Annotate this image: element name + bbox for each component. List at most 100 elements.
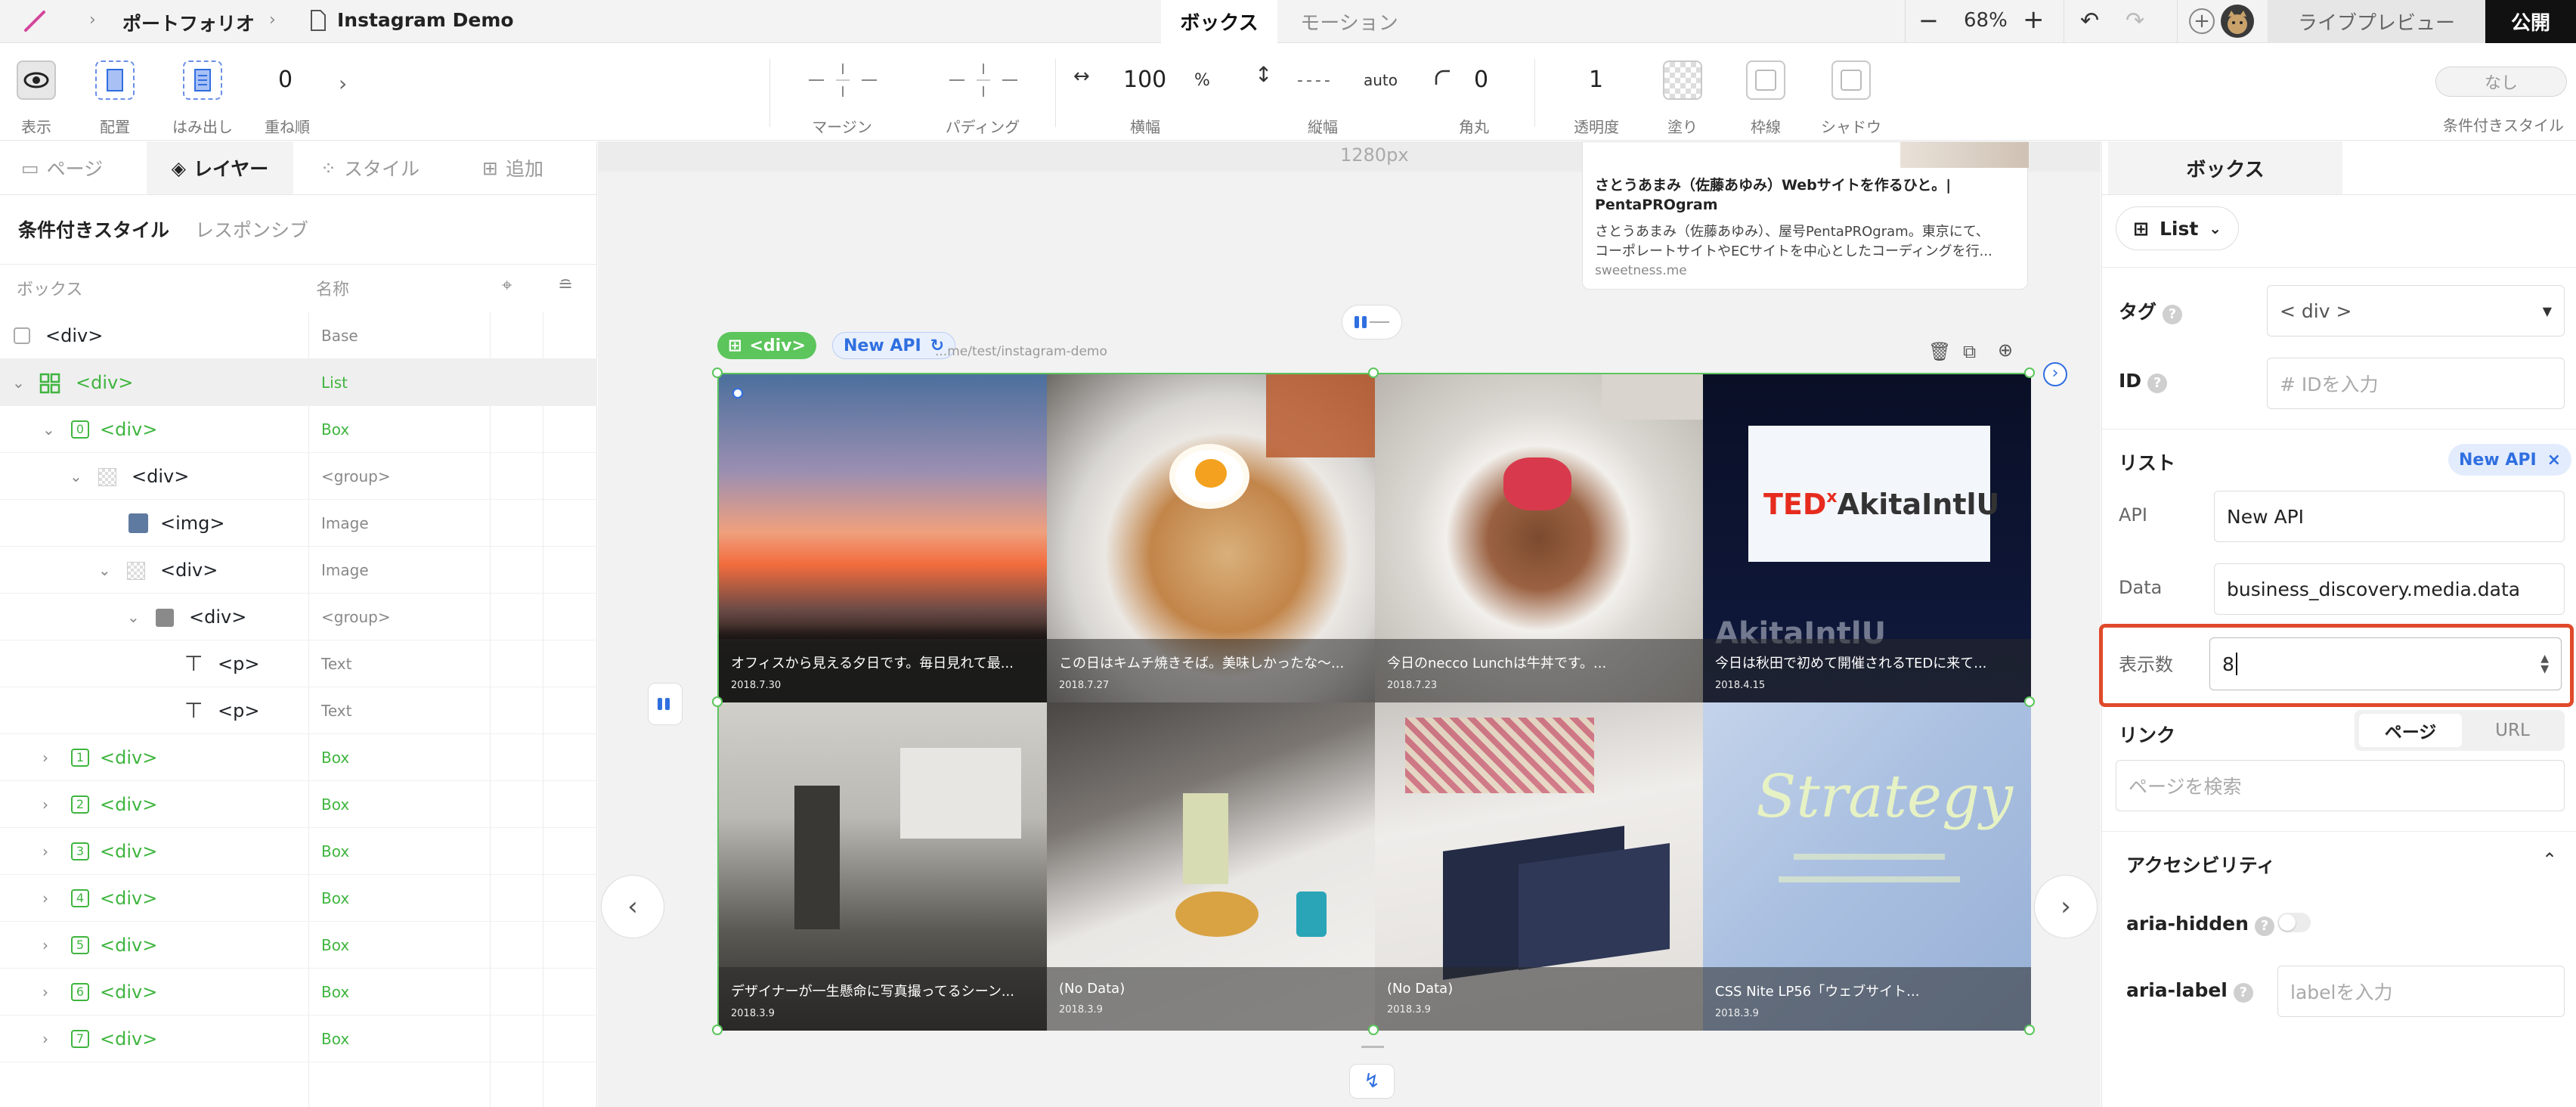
chevron-down-icon[interactable]: ⌄: [12, 359, 25, 406]
count-input[interactable]: 8 ▲ ▼: [2209, 637, 2562, 690]
width-tool[interactable]: ↔ 100 % 横幅: [1066, 44, 1225, 141]
width-value[interactable]: 100: [1123, 67, 1166, 93]
chevron-right-icon[interactable]: ›: [42, 1016, 48, 1062]
layer-row-box-7[interactable]: › 7 <div> Box: [0, 1016, 597, 1062]
breadcrumb-page[interactable]: Instagram Demo: [337, 9, 514, 31]
tab-layers[interactable]: ◈ レイヤー: [147, 141, 293, 194]
aria-hidden-toggle[interactable]: [2277, 913, 2311, 932]
subtab-conditional-style[interactable]: 条件付きスタイル: [18, 216, 169, 243]
breadcrumb-project[interactable]: ポートフォリオ: [122, 9, 255, 36]
chevron-right-icon[interactable]: ›: [42, 828, 48, 875]
post-tile[interactable]: この日はキムチ焼きそば。美味しかったな〜... 2018.7.27: [1047, 374, 1375, 702]
resize-handle[interactable]: [2024, 1025, 2035, 1035]
horizon-icon[interactable]: ≘: [558, 274, 573, 296]
margin-tool[interactable]: マージン: [779, 44, 906, 141]
duplicate-icon[interactable]: ⧉: [1963, 341, 1976, 362]
layer-row-box-4[interactable]: › 4 <div> Box: [0, 875, 597, 922]
chevron-right-icon[interactable]: ›: [42, 781, 48, 828]
instagram-grid[interactable]: オフィスから見える夕日です。毎日見れて最... 2018.7.30 この日はキムチ…: [717, 373, 2031, 1031]
chevron-down-icon[interactable]: ⌄: [70, 453, 82, 500]
zoom-out-icon[interactable]: −: [1918, 6, 1939, 35]
cursor-pointer-icon[interactable]: ⌖: [502, 274, 512, 296]
link-preview-card[interactable]: さとうあまみ（佐藤あゆみ）Webサイトを作るひと。| PentaPROgram …: [1582, 141, 2029, 290]
redo-icon[interactable]: ↷: [2126, 8, 2144, 34]
chevron-right-icon[interactable]: ›: [42, 734, 48, 781]
add-member-icon[interactable]: +: [2189, 8, 2215, 34]
post-tile[interactable]: TEDxAkitaIntlU AkitaIntlU 今日は秋田で初めて開催される…: [1703, 374, 2031, 702]
layout-tool[interactable]: 配置: [85, 44, 145, 141]
close-icon[interactable]: ×: [2547, 451, 2561, 470]
layer-row-text-1[interactable]: ⊤ <p> Text: [0, 640, 597, 687]
tab-styles[interactable]: ⁘ スタイル: [320, 141, 420, 194]
tag-select[interactable]: < div > ▼: [2267, 285, 2565, 336]
list-api-badge[interactable]: New API ×: [2448, 444, 2572, 476]
tab-box[interactable]: ボックス: [1161, 0, 1277, 43]
wrap-toggle-icon[interactable]: ↯: [1349, 1064, 1395, 1099]
height-tool[interactable]: ↕ ---- auto 縦幅: [1247, 44, 1398, 141]
api-input[interactable]: New API: [2214, 491, 2565, 542]
subtab-responsive[interactable]: レスポンシブ: [195, 216, 308, 243]
layer-row-inner-group[interactable]: ⌄ <div> <group>: [0, 594, 597, 640]
chevron-down-icon[interactable]: ⌄: [42, 406, 55, 453]
resize-handle[interactable]: [712, 367, 723, 378]
id-input[interactable]: # IDを入力: [2267, 358, 2565, 409]
help-icon[interactable]: ?: [2254, 916, 2274, 936]
layer-row-base[interactable]: <div> Base: [0, 312, 597, 359]
layer-row-box-3[interactable]: › 3 <div> Box: [0, 828, 597, 875]
chevron-right-icon[interactable]: ›: [42, 969, 48, 1016]
layer-row-box-5[interactable]: › 5 <div> Box: [0, 922, 597, 969]
vertical-gap-handle[interactable]: [648, 683, 683, 725]
help-icon[interactable]: ?: [2147, 374, 2168, 393]
gap-handle[interactable]: [1342, 305, 1402, 340]
radius-tool[interactable]: 0 角丸: [1429, 44, 1519, 141]
shadow-tool[interactable]: シャドウ: [1817, 44, 1885, 141]
display-tool[interactable]: 表示: [6, 44, 67, 141]
overflow-tool[interactable]: はみ出し: [169, 44, 236, 141]
chevron-right-icon[interactable]: ›: [42, 875, 48, 922]
zoom-in-icon[interactable]: +: [2023, 5, 2045, 35]
fill-tool[interactable]: 塗り: [1651, 44, 1714, 141]
chevron-down-icon[interactable]: ⌄: [98, 547, 111, 594]
layer-row-box-0[interactable]: ⌄ 0 <div> Box: [0, 406, 597, 453]
opacity-tool[interactable]: 1 透明度: [1565, 44, 1628, 141]
layer-row-box-6[interactable]: › 6 <div> Box: [0, 969, 597, 1016]
publish-button[interactable]: 公開: [2485, 0, 2576, 43]
zorder-value[interactable]: 0: [278, 67, 293, 93]
design-canvas[interactable]: 1280px さとうあまみ（佐藤あゆみ）Webサイトを作るひと。| PentaP…: [598, 141, 2101, 1107]
resize-handle[interactable]: [2024, 367, 2035, 378]
resize-handle[interactable]: [1368, 367, 1379, 378]
data-input[interactable]: business_discovery.media.data: [2214, 563, 2565, 615]
page-search-input[interactable]: ページを検索: [2116, 760, 2565, 811]
resize-handle[interactable]: [2024, 696, 2035, 707]
resize-handle[interactable]: [712, 1025, 723, 1035]
post-tile[interactable]: (No Data) 2018.3.9: [1375, 702, 1703, 1031]
carousel-prev-button[interactable]: ‹: [601, 875, 664, 938]
zorder-tool[interactable]: 0 重ね順: [257, 44, 317, 141]
width-unit[interactable]: %: [1194, 71, 1210, 90]
resize-handle[interactable]: [712, 696, 723, 707]
layer-row-text-2[interactable]: ⊤ <p> Text: [0, 687, 597, 734]
selected-element-tag[interactable]: ⊞ <div>: [717, 332, 816, 359]
border-tool[interactable]: 枠線: [1734, 44, 1797, 141]
live-preview-button[interactable]: ライブプレビュー: [2268, 0, 2485, 43]
tab-box-properties[interactable]: ボックス: [2108, 141, 2342, 194]
layer-row-image-div[interactable]: ⌄ <div> Image: [0, 547, 597, 594]
app-logo-icon[interactable]: [21, 8, 48, 35]
add-element-icon[interactable]: ⊕: [1998, 340, 2013, 361]
resize-handle[interactable]: [1368, 1025, 1379, 1035]
padding-tool[interactable]: パディング: [919, 44, 1046, 141]
conditional-style-button[interactable]: なし: [2435, 67, 2567, 97]
link-type-url[interactable]: URL: [2463, 714, 2562, 747]
zoom-level[interactable]: 68%: [1964, 9, 2008, 32]
post-tile[interactable]: Strategy CSS Nite LP56「ウェブサイト... 2018.3.9: [1703, 702, 2031, 1031]
help-icon[interactable]: ?: [2163, 305, 2183, 324]
layer-row-img[interactable]: <img> Image: [0, 500, 597, 547]
tab-motion[interactable]: モーション: [1277, 0, 1421, 43]
aria-label-input[interactable]: labelを入力: [2277, 966, 2565, 1017]
tab-pages[interactable]: ▭ ページ: [21, 141, 103, 194]
carousel-next-button[interactable]: ›: [2034, 875, 2098, 938]
radius-value[interactable]: 0: [1474, 67, 1488, 93]
post-tile[interactable]: (No Data) 2018.3.9: [1047, 702, 1375, 1031]
layer-row-group[interactable]: ⌄ <div> <group>: [0, 453, 597, 500]
tab-add[interactable]: ⊞ 追加: [482, 141, 543, 194]
